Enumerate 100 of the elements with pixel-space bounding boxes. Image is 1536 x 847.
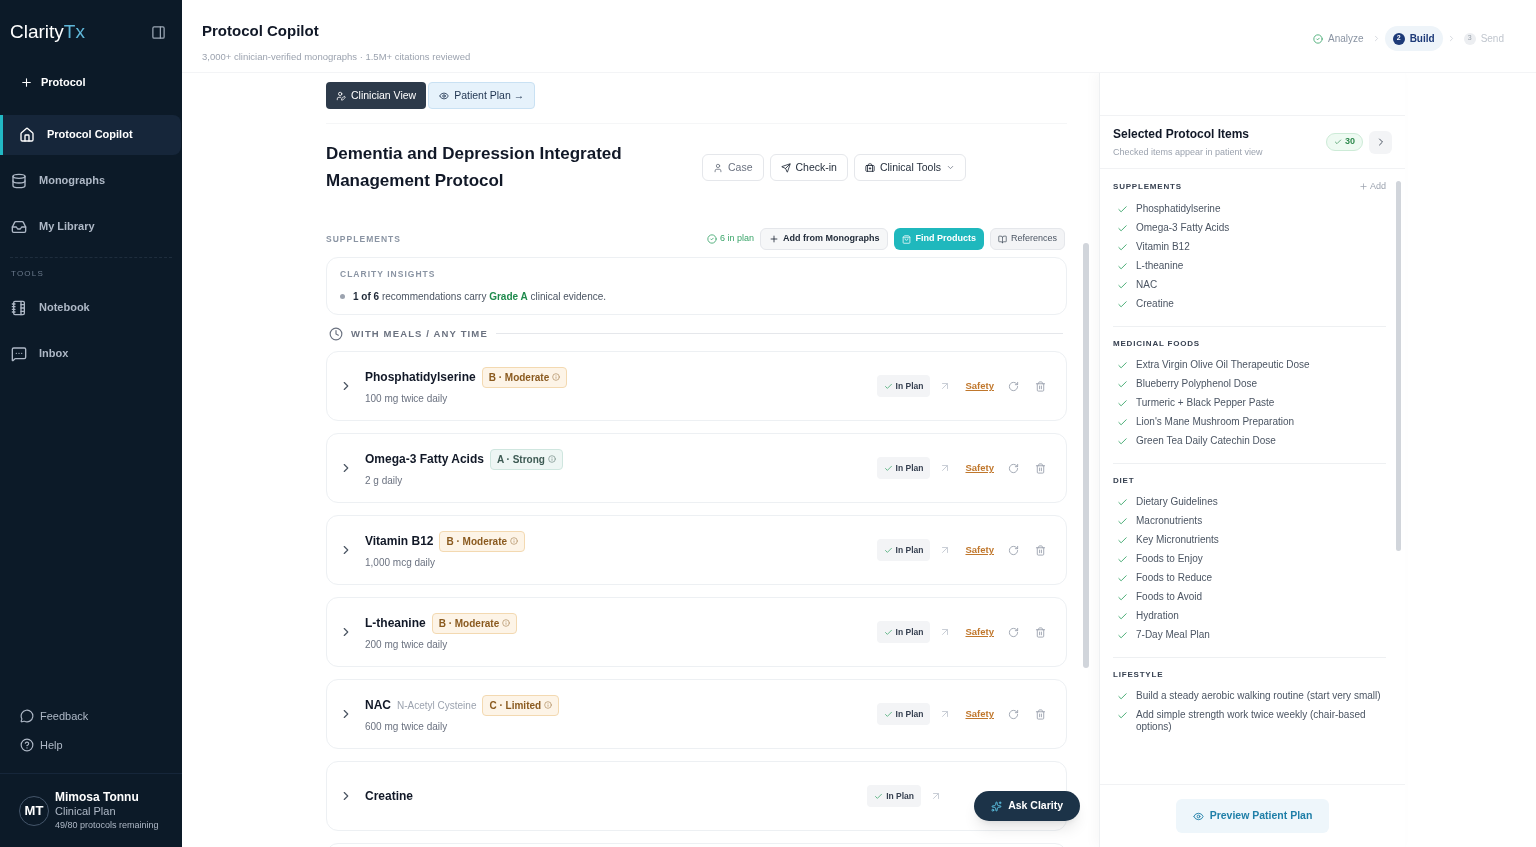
scrollbar[interactable] [1396,181,1401,551]
checkbox[interactable] [1117,629,1128,641]
selected-item-label: Macronutrients [1136,515,1203,527]
checkbox[interactable] [1117,572,1128,584]
protocol-action-button[interactable]: Check-in [769,154,848,181]
selected-item-label: Turmeric + Black Pepper Paste [1136,397,1275,409]
trash-icon[interactable] [1035,544,1046,556]
checkbox[interactable] [1117,435,1128,447]
dose-text: 1,000 mcg daily [365,555,437,570]
selected-item-label: Vitamin B12 [1136,241,1190,253]
eye-icon [1192,810,1204,822]
view-toggle-tab[interactable]: Clinician View [326,82,427,109]
selected-item-label: Extra Virgin Olive Oil Therapeutic Dose [1136,359,1310,371]
nav-item[interactable]: Inbox [0,333,182,374]
nav-item[interactable]: Notebook [0,287,182,328]
selected-item-label: Foods to Enjoy [1136,553,1203,565]
dose-text: 100 mg twice daily [365,391,449,406]
expand-panel-button[interactable] [1369,130,1392,154]
refresh-icon[interactable] [1008,380,1019,392]
protocol-title: Dementia and Depression Integrated Management Protocol [326,143,623,192]
database-icon [11,172,27,189]
trash-icon[interactable] [1035,380,1046,392]
in-plan-status[interactable]: In Plan [876,538,931,562]
trash-icon[interactable] [1035,708,1046,720]
checkbox[interactable] [1117,709,1128,721]
footer-link[interactable]: Help [20,736,162,753]
paper-plane-icon [780,162,791,173]
refresh-icon[interactable] [1008,462,1019,474]
checkbox[interactable] [1117,515,1128,527]
scrollbar[interactable] [1083,243,1089,668]
checkbox[interactable] [1117,690,1128,702]
in-plan-status[interactable]: In Plan [867,784,921,808]
footer-link[interactable]: Feedback [20,708,162,725]
in-plan-status[interactable]: In Plan [876,620,931,644]
safety-link[interactable]: Safety [965,378,994,394]
eye-icon [439,90,450,101]
checkbox[interactable] [1117,610,1128,622]
in-plan-status[interactable]: In Plan [876,702,931,726]
protocol-action-button[interactable]: Case [702,154,764,181]
trash-icon[interactable] [1035,626,1046,638]
section-heading: MEDICINAL FOODS [1113,337,1200,350]
section-heading: SUPPLEMENTS [326,232,402,246]
info-icon [502,619,511,627]
tray-icon [11,218,27,235]
group-heading: WITH MEALS / ANY TIME [351,326,488,341]
refresh-icon[interactable] [1008,626,1019,638]
checkbox[interactable] [1117,534,1128,546]
checkbox[interactable] [1117,203,1128,215]
refresh-icon[interactable] [1008,708,1019,720]
checkbox[interactable] [1117,241,1128,253]
nav-item[interactable]: My Library [0,206,181,247]
checkbox[interactable] [1117,553,1128,565]
supplement-name: NAC [365,697,391,714]
checkbox[interactable] [1117,222,1128,234]
supplement-name: L-theanine [365,615,426,632]
references-button[interactable]: References [989,228,1065,250]
section-heading: TOOLS [10,267,45,280]
protocol-action-button[interactable]: Clinical Tools [853,154,967,181]
checkbox[interactable] [1117,496,1128,508]
checkbox[interactable] [1117,279,1128,291]
checkbox[interactable] [1117,298,1128,310]
safety-link[interactable]: Safety [965,624,994,640]
add-from-monographs-button[interactable]: Add from Monographs [759,228,889,250]
new-protocol-button[interactable]: Protocol [0,66,182,99]
view-toggle-tab[interactable]: Patient Plan → [428,82,536,109]
ask-clarity-button[interactable]: Ask Clarity [974,791,1080,821]
selected-item-label: Lion's Mane Mushroom Preparation [1136,416,1295,428]
checkbox[interactable] [1117,359,1128,371]
help-icon [20,737,34,752]
info-icon [552,373,561,381]
dose-text: 200 mg twice daily [365,637,449,652]
trash-icon[interactable] [1035,462,1046,474]
selected-item-label: Phosphatidylserine [1136,203,1221,215]
checkbox[interactable] [1117,378,1128,390]
safety-link[interactable]: Safety [965,706,994,722]
in-plan-status[interactable]: In Plan [876,456,931,480]
notebook-icon [11,299,27,316]
arrow-up-right-icon[interactable] [930,790,942,802]
in-plan-status[interactable]: In Plan [876,374,931,398]
page-subtitle: 3,000+ clinician-verified monographs · 1.5M+ citations reviewed [202,49,472,64]
bag-icon [902,234,912,244]
supplement-name: Vitamin B12 [365,533,434,550]
nav-item[interactable]: Monographs [0,160,181,201]
checkbox[interactable] [1117,416,1128,428]
selected-item-label: Add simple strength work twice weekly (chair-based options) [1136,709,1367,733]
preview-patient-plan-button[interactable]: Preview Patient Plan [1175,799,1330,833]
checkbox[interactable] [1117,591,1128,603]
supplement-alias: N-Acetyl Cysteine [397,698,477,713]
safety-link[interactable]: Safety [965,460,994,476]
refresh-icon[interactable] [1008,544,1019,556]
briefcase-icon [864,162,875,173]
checkbox[interactable] [1117,260,1128,272]
check-icon [883,381,893,391]
safety-link[interactable]: Safety [965,542,994,558]
panel-toggle-icon[interactable] [151,24,166,40]
checkbox[interactable] [1117,397,1128,409]
plus-icon [768,234,779,244]
selected-item-label: Hydration [1136,610,1179,622]
nav-item[interactable]: Protocol Copilot [0,114,181,155]
supplement-name: Creatine [365,788,414,805]
